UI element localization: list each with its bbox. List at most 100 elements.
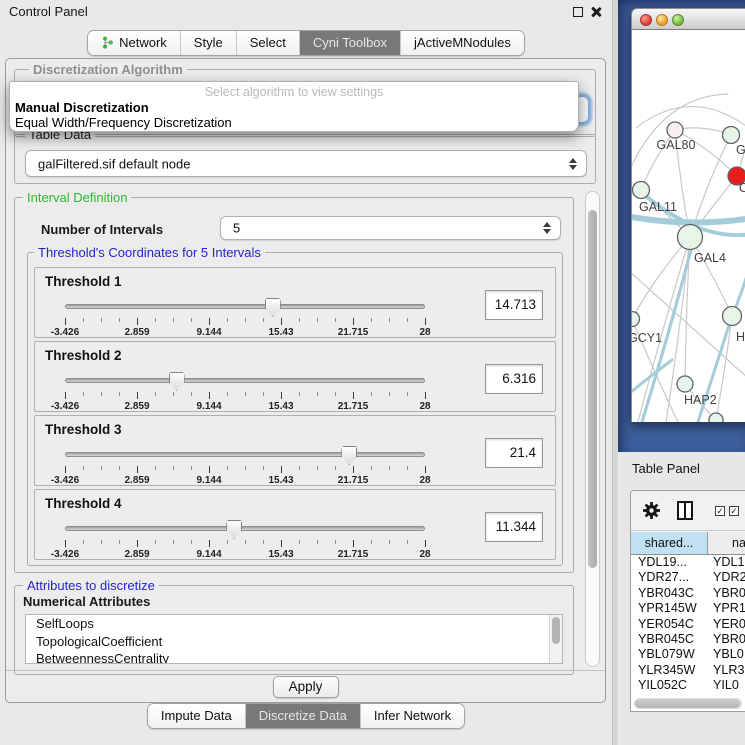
unselect-all-checkbox-icon[interactable]: ✓ xyxy=(729,506,739,516)
threshold-slider[interactable]: -3.4262.8599.14415.4321.71528 xyxy=(65,444,425,484)
gear-icon[interactable] xyxy=(642,501,661,525)
top-tab-bar: Network StyleSelectCyni ToolboxjActiveMNo… xyxy=(87,30,525,56)
tick-label: 2.859 xyxy=(124,401,149,412)
tick-mark xyxy=(371,318,372,322)
tick-mark xyxy=(155,392,156,396)
tick-mark xyxy=(191,392,192,396)
numerical-attributes-list[interactable]: SelfLoopsTopologicalCoefficientBetweenne… xyxy=(25,614,563,664)
slider-track[interactable] xyxy=(65,526,425,531)
algorithm-prompt-option[interactable]: Select algorithm to view settings xyxy=(10,85,578,99)
tick-mark xyxy=(101,540,102,544)
table-row[interactable]: YDL19...YDL1 xyxy=(631,555,745,570)
tick-mark xyxy=(173,392,174,396)
tick-label: 2.859 xyxy=(124,475,149,486)
attribute-item-selfloops[interactable]: SelfLoops xyxy=(26,615,562,633)
threshold-2-box: Threshold 2-3.4262.8599.14415.4321.71528… xyxy=(34,341,556,412)
algorithm-option-manual[interactable]: Manual Discretization xyxy=(15,100,149,115)
column-header-name[interactable]: na xyxy=(708,532,745,555)
tick-label: 28 xyxy=(419,549,430,560)
table-row[interactable]: YBR043CYBR0 xyxy=(631,586,745,601)
table-row[interactable]: YBL079WYBL0 xyxy=(631,647,745,662)
tick-label: 9.144 xyxy=(196,401,221,412)
tab-label: Network xyxy=(119,35,167,50)
tick-mark xyxy=(137,392,138,399)
network-edge[interactable] xyxy=(636,106,745,128)
minimize-traffic-light-icon[interactable] xyxy=(656,14,668,26)
tick-mark xyxy=(299,540,300,544)
tick-label: 2.859 xyxy=(124,327,149,338)
network-edge[interactable] xyxy=(690,237,732,316)
float-window-icon[interactable] xyxy=(573,7,583,17)
table-row[interactable]: YER054CYER0 xyxy=(631,617,745,632)
tab-impute-data[interactable]: Impute Data xyxy=(148,704,245,728)
zoom-traffic-light-icon[interactable] xyxy=(672,14,684,26)
threshold-value-field[interactable]: 11.344 xyxy=(485,512,543,542)
threshold-value-field[interactable]: 21.4 xyxy=(485,438,543,468)
slider-track[interactable] xyxy=(65,378,425,383)
tick-mark xyxy=(83,540,84,544)
table-row[interactable]: YIL052CYIL0 xyxy=(631,678,745,693)
network-canvas[interactable]: GAL80GACGAL11GAL4GCY1HHAP2 xyxy=(631,30,745,422)
network-window-titlebar[interactable] xyxy=(631,8,745,30)
slider-thumb[interactable] xyxy=(226,520,242,539)
slider-track[interactable] xyxy=(65,452,425,457)
tick-mark xyxy=(227,318,228,322)
threshold-1-box: Threshold 1-3.4262.8599.14415.4321.71528… xyxy=(34,267,556,338)
network-edge[interactable] xyxy=(638,237,690,422)
tab-style[interactable]: Style xyxy=(180,31,236,55)
network-node-gal80[interactable] xyxy=(667,122,683,138)
threshold-value-field[interactable]: 14.713 xyxy=(485,290,543,320)
cell-shared-name: YPR145W xyxy=(631,601,708,616)
slider-thumb[interactable] xyxy=(341,446,357,465)
apply-button[interactable]: Apply xyxy=(273,676,339,698)
network-node-gal4[interactable] xyxy=(678,225,703,250)
tick-mark xyxy=(83,466,84,470)
table-row[interactable]: YLR345WYLR3 xyxy=(631,663,745,678)
tab-discretize-data[interactable]: Discretize Data xyxy=(245,704,360,728)
table-horizontal-scrollbar[interactable] xyxy=(634,698,742,709)
table-row[interactable]: YBR045CYBR0 xyxy=(631,632,745,647)
table-row[interactable]: YDR27...YDR2 xyxy=(631,570,745,585)
network-node-gal11[interactable] xyxy=(633,182,650,199)
column-header-shared-name[interactable]: shared... xyxy=(631,532,708,555)
network-node-ga[interactable] xyxy=(723,127,740,144)
attribute-item-betweennesscentrality[interactable]: BetweennessCentrality xyxy=(26,650,562,664)
threshold-slider[interactable]: -3.4262.8599.14415.4321.71528 xyxy=(65,296,425,336)
tick-mark xyxy=(101,392,102,396)
slider-thumb[interactable] xyxy=(265,298,281,317)
columns-icon[interactable] xyxy=(677,501,693,520)
close-icon[interactable] xyxy=(590,6,602,18)
tick-label: 21.715 xyxy=(338,327,369,338)
settings-scrollbar[interactable] xyxy=(585,191,600,667)
settings-scrollbar-thumb[interactable] xyxy=(588,210,597,568)
threshold-label: Threshold 4 xyxy=(45,496,122,511)
network-node-hap2[interactable] xyxy=(677,376,693,392)
tab-cyni-toolbox[interactable]: Cyni Toolbox xyxy=(299,31,400,55)
slider-thumb[interactable] xyxy=(169,372,185,391)
slider-track[interactable] xyxy=(65,304,425,309)
threshold-value-field[interactable]: 6.316 xyxy=(485,364,543,394)
attribute-item-topologicalcoefficient[interactable]: TopologicalCoefficient xyxy=(26,633,562,651)
network-node-h[interactable] xyxy=(723,307,742,326)
network-node-gcy1[interactable] xyxy=(632,312,640,327)
algorithm-option-equal-width[interactable]: Equal Width/Frequency Discretization xyxy=(15,115,232,130)
table-data-combobox-value: galFiltered.sif default node xyxy=(38,156,190,171)
close-traffic-light-icon[interactable] xyxy=(640,14,652,26)
tab-infer-network[interactable]: Infer Network xyxy=(360,704,464,728)
tab-select[interactable]: Select xyxy=(236,31,299,55)
select-all-checkbox-icon[interactable]: ✓ xyxy=(715,506,725,516)
list-scrollbar[interactable] xyxy=(549,615,562,663)
network-node[interactable] xyxy=(709,413,723,422)
table-data-combobox[interactable]: galFiltered.sif default node xyxy=(25,150,587,177)
tab-jactivemnodules[interactable]: jActiveMNodules xyxy=(400,31,524,55)
number-of-intervals-combobox[interactable]: 5 xyxy=(220,216,561,240)
threshold-slider[interactable]: -3.4262.8599.14415.4321.71528 xyxy=(65,518,425,558)
cell-name: YER0 xyxy=(708,617,745,632)
table-row[interactable]: YPR145WYPR1 xyxy=(631,601,745,616)
tick-mark xyxy=(281,540,282,547)
threshold-slider[interactable]: -3.4262.8599.14415.4321.71528 xyxy=(65,370,425,410)
node-table: ✓ ✓ shared... na YDL19...YDL1YDR27...YDR… xyxy=(630,490,745,712)
network-edge[interactable] xyxy=(632,237,690,319)
tab-network[interactable]: Network xyxy=(88,31,180,55)
network-edge[interactable] xyxy=(716,316,732,420)
